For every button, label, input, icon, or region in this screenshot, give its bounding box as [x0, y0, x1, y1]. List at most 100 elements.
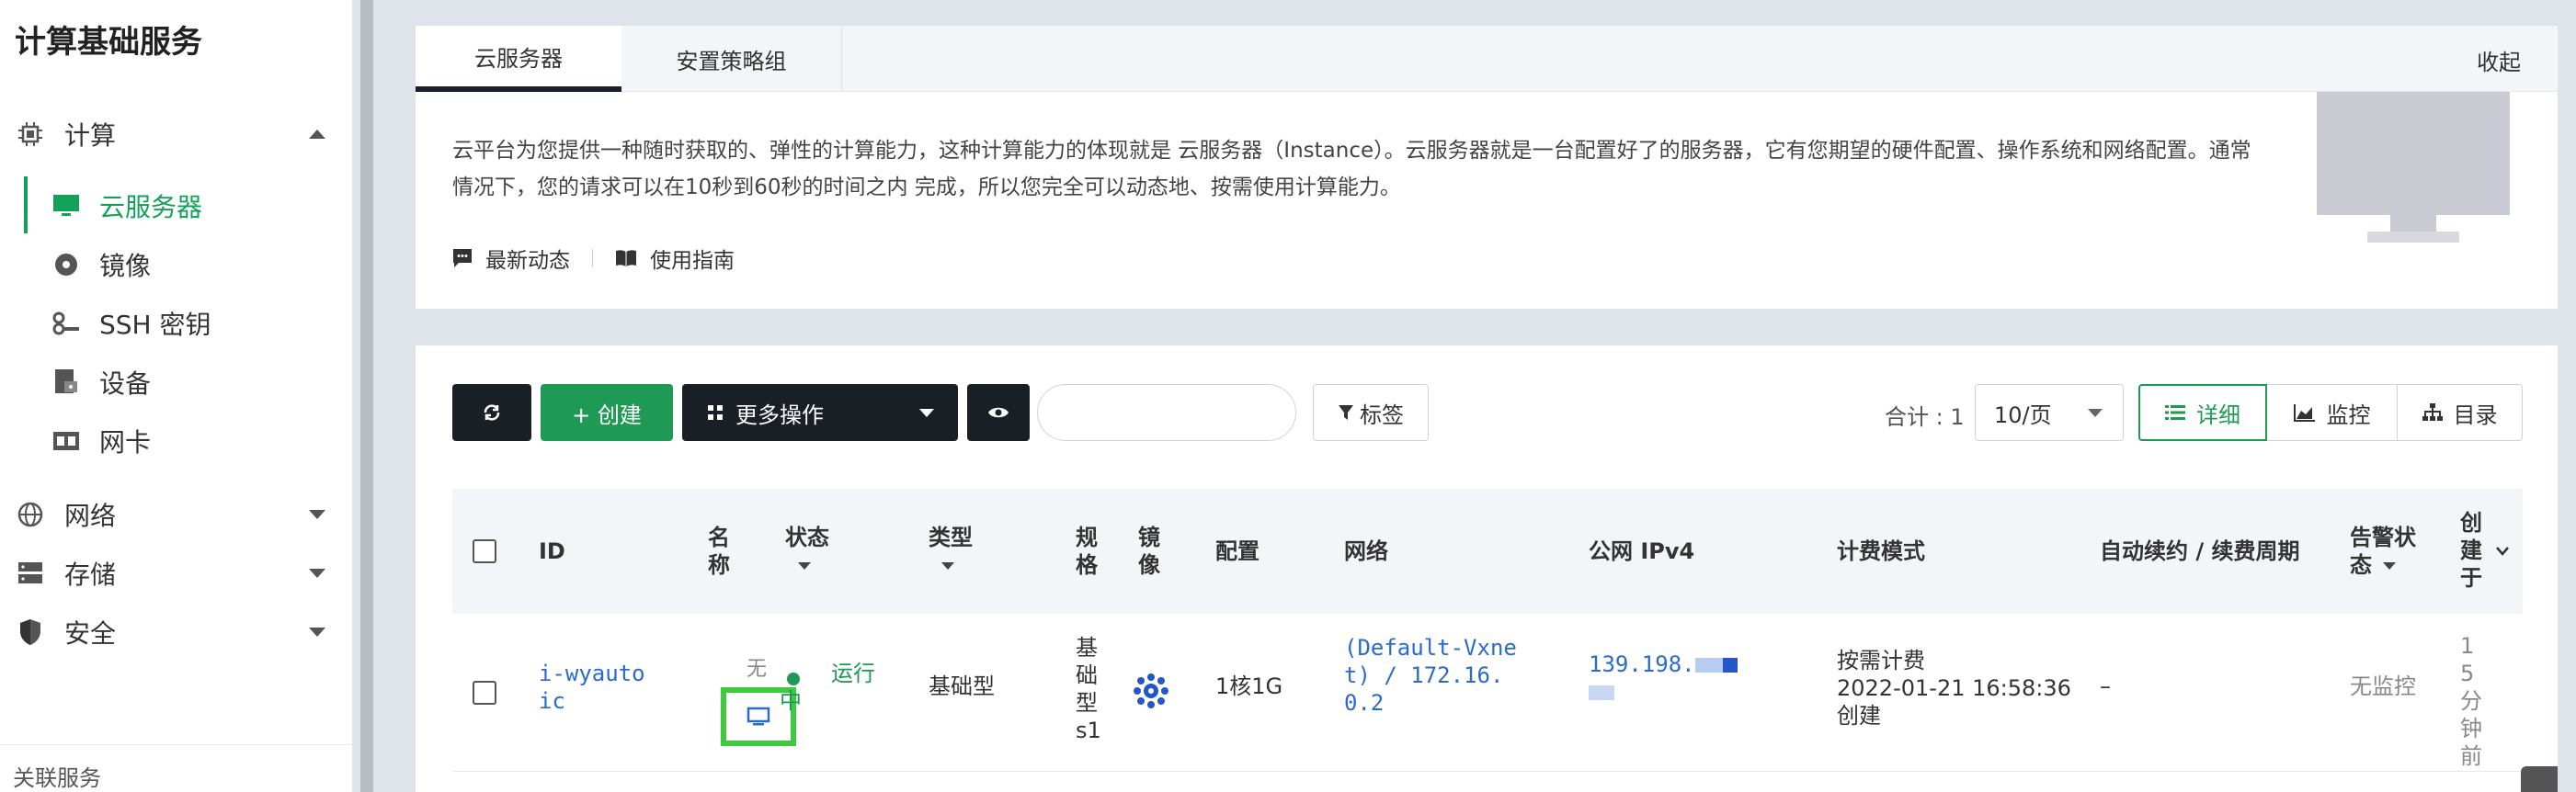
- sidebar-item-nics[interactable]: 网卡: [24, 415, 353, 467]
- network-card-icon: [51, 426, 81, 456]
- intro-panel: 云服务器 安置策略组 收起 云平台为您提供一种随时获取的、弹性的计算能力，这种计…: [416, 26, 2558, 309]
- col-network: 网络: [1344, 538, 1388, 564]
- chevron-down-icon[interactable]: [2495, 546, 2510, 557]
- sidebar-group-compute[interactable]: 计算: [0, 108, 353, 160]
- instance-id-link[interactable]: i-wyautoic: [539, 660, 649, 715]
- page-size-value: 10/页: [1994, 402, 2052, 428]
- sitemap-icon: [2422, 403, 2443, 421]
- instance-spec: 基础型s1: [1076, 635, 1101, 743]
- link-divider: [592, 249, 593, 267]
- monitor-illustration-icon: [2317, 92, 2510, 243]
- table-header: ID 名称 状态 类型 规格 镜像 配置 网络 公网 IPv4 计费模式 自动续…: [452, 489, 2523, 614]
- sidebar-item-label: 镜像: [99, 251, 152, 281]
- instance-type: 基础型: [929, 673, 995, 699]
- col-type[interactable]: 类型: [929, 524, 973, 579]
- intro-tabs: 云服务器 安置策略组 收起: [416, 26, 2558, 92]
- create-button[interactable]: + 创建: [541, 384, 673, 441]
- select-all-checkbox[interactable]: [473, 539, 496, 563]
- sidebar-item-images[interactable]: 镜像: [24, 239, 353, 290]
- sort-down-icon: [941, 562, 954, 570]
- more-actions-button[interactable]: 更多操作: [682, 384, 958, 441]
- renew-value: –: [2100, 673, 2111, 699]
- tag-filter-button[interactable]: 标签: [1313, 384, 1429, 441]
- alarm-status: 无监控: [2350, 673, 2416, 699]
- sidebar-group-security[interactable]: 安全: [0, 606, 353, 658]
- masked-ip-block: [1589, 685, 1614, 700]
- refresh-button[interactable]: [452, 384, 531, 441]
- key-icon: [51, 309, 81, 338]
- view-directory-button[interactable]: 目录: [2398, 384, 2523, 441]
- book-icon: [616, 250, 636, 266]
- view-monitor-button[interactable]: 监控: [2267, 384, 2398, 441]
- os-image-icon: [1134, 673, 1168, 708]
- sidebar-item-ssh-keys[interactable]: SSH 密钥: [24, 298, 353, 349]
- sidebar-title: 计算基础服务: [15, 24, 202, 61]
- disc-icon: [51, 250, 81, 279]
- sidebar-item-label: 设备: [99, 368, 152, 399]
- total-count: 合计 : 1: [1885, 404, 1965, 430]
- sidebar-item-instances[interactable]: 云服务器: [24, 180, 353, 232]
- public-ip-text: 139.198.: [1589, 651, 1695, 677]
- col-created[interactable]: 创建于: [2460, 509, 2488, 592]
- created-time: 15分钟前: [2460, 633, 2482, 769]
- col-name[interactable]: 名称: [708, 524, 735, 579]
- guide-link[interactable]: 使用指南: [615, 243, 735, 274]
- sidebar-item-label: 网卡: [99, 427, 152, 458]
- sidebar-group-storage[interactable]: 存储: [0, 548, 353, 599]
- area-chart-icon: [2293, 404, 2315, 422]
- sort-down-icon: [798, 562, 811, 570]
- more-actions-label: 更多操作: [735, 402, 824, 428]
- table-row: i-wyautoic 无 运行中 基础型 基础型s1 1核1G (Default…: [452, 614, 2523, 772]
- col-alarm-label: 告警状态: [2350, 525, 2416, 578]
- chevron-up-icon: [309, 130, 325, 139]
- view-detail-button[interactable]: 详细: [2138, 384, 2267, 441]
- shield-icon: [15, 617, 46, 648]
- tab-instances[interactable]: 云服务器: [416, 26, 621, 92]
- col-alarm[interactable]: 告警状态: [2350, 524, 2427, 579]
- chevron-down-icon: [309, 569, 325, 578]
- toggle-columns-button[interactable]: [967, 384, 1030, 441]
- masked-ip-block: [1694, 658, 1723, 673]
- chevron-down-icon: [309, 628, 325, 637]
- billing-mode: 按需计费: [1837, 648, 1925, 673]
- chevron-down-icon: [309, 510, 325, 519]
- col-status[interactable]: 状态: [785, 524, 829, 579]
- col-spec: 规格: [1076, 525, 1098, 578]
- sidebar-group-label: 网络: [64, 501, 117, 531]
- filter-icon: [1339, 405, 1353, 420]
- sidebar-group-network[interactable]: 网络: [0, 489, 353, 540]
- status-text: 运行中: [780, 661, 875, 714]
- sidebar-group-label: 存储: [64, 560, 117, 590]
- grid-icon: [708, 405, 723, 420]
- tab-placement-groups[interactable]: 安置策略组: [621, 26, 842, 92]
- public-ip-link[interactable]: 139.198.: [1589, 651, 1738, 706]
- collapse-button[interactable]: 收起: [2477, 44, 2521, 76]
- network-link[interactable]: (Default-Vxnet) / 172.16.0.2: [1344, 634, 1528, 717]
- col-billing: 计费模式: [1837, 538, 1925, 564]
- col-status-label: 状态: [785, 525, 829, 550]
- view-directory-label: 目录: [2453, 402, 2498, 428]
- sidebar: 计算基础服务 计算 云服务器 镜像 SSH 密钥 设备 网卡 网络 存储 安全 …: [0, 0, 353, 792]
- sidebar-item-label: SSH 密钥: [99, 310, 211, 340]
- row-checkbox[interactable]: [473, 681, 496, 705]
- col-config: 配置: [1215, 538, 1260, 564]
- sidebar-group-label: 计算: [64, 120, 117, 151]
- news-link[interactable]: 最新动态: [452, 243, 570, 274]
- col-ipv4: 公网 IPv4: [1589, 538, 1695, 564]
- news-link-label: 最新动态: [485, 249, 570, 273]
- sidebar-item-devices[interactable]: 设备: [24, 356, 353, 408]
- page-size-select[interactable]: 10/页: [1975, 384, 2124, 441]
- search-input[interactable]: [1037, 384, 1296, 441]
- related-services-label[interactable]: 关联服务: [13, 760, 101, 792]
- sidebar-splitter[interactable]: [360, 0, 373, 792]
- monitor-icon: [747, 707, 770, 726]
- tag-filter-label: 标签: [1360, 402, 1404, 428]
- network-icon: [15, 499, 46, 530]
- eye-icon: [988, 407, 1009, 418]
- billing-time: 2022-01-21 16:58:36: [1837, 675, 2071, 701]
- instance-name: 无: [747, 658, 768, 681]
- help-book-icon[interactable]: [2521, 766, 2558, 792]
- view-monitor-label: 监控: [2326, 402, 2371, 428]
- view-detail-label: 详细: [2196, 402, 2240, 428]
- intro-description: 云平台为您提供一种随时获取的、弹性的计算能力，这种计算能力的体现就是 云服务器（…: [452, 139, 2251, 199]
